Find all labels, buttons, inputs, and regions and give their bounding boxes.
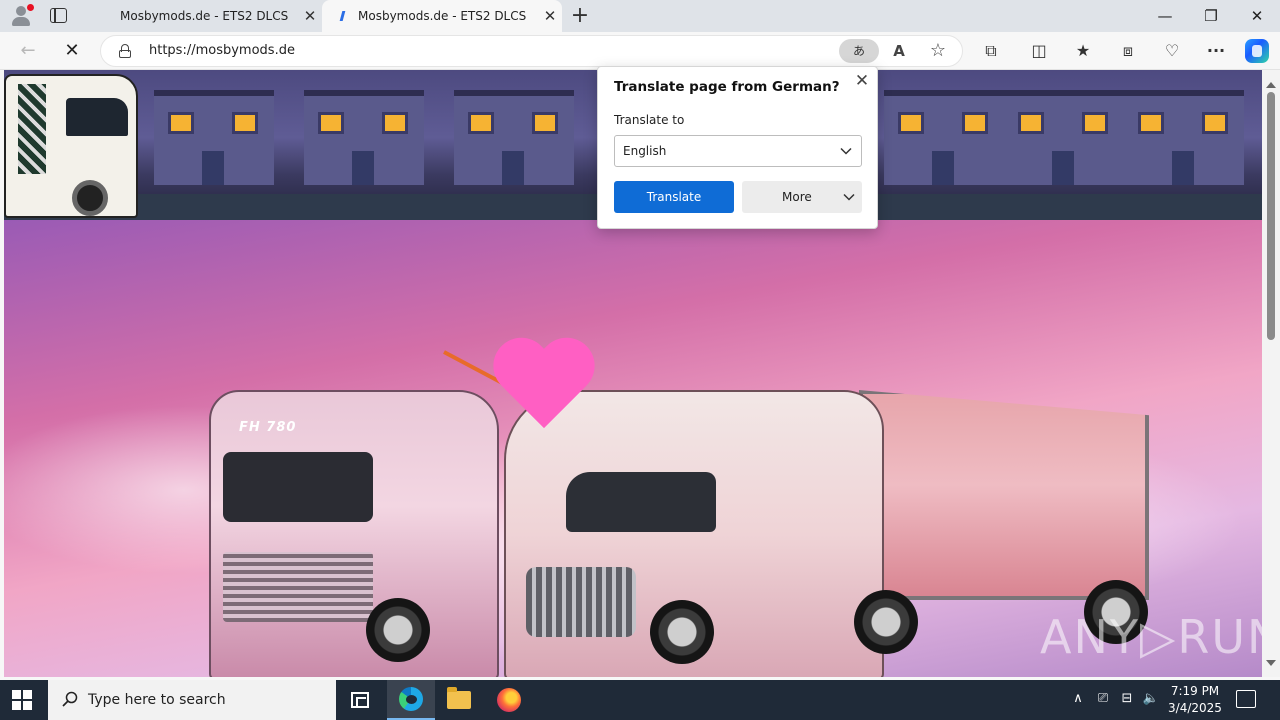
split-screen-icon[interactable]: ◫: [1026, 38, 1052, 64]
tab-favicon-icon: [334, 8, 350, 24]
notification-center-icon[interactable]: [1236, 690, 1256, 708]
translate-to-label: Translate to: [614, 113, 685, 127]
scroll-thumb[interactable]: [1267, 92, 1275, 340]
task-view-button[interactable]: [336, 680, 384, 720]
meet-now-icon[interactable]: ⎚: [1094, 690, 1112, 708]
file-explorer-taskbar-button[interactable]: [435, 680, 483, 720]
more-options-button[interactable]: More: [742, 181, 862, 213]
more-icon[interactable]: ···: [1203, 38, 1229, 64]
scroll-up-arrow-icon[interactable]: [1266, 82, 1276, 88]
notification-dot: [27, 4, 34, 11]
lock-icon[interactable]: [119, 44, 131, 58]
selected-language: English: [623, 144, 667, 158]
read-aloud-icon[interactable]: A: [888, 40, 910, 62]
chevron-down-icon: [842, 190, 856, 204]
minimize-button[interactable]: —: [1142, 0, 1188, 32]
show-hidden-icons-chevron-icon[interactable]: ∧: [1069, 690, 1087, 708]
clock-date: 3/4/2025: [1168, 701, 1222, 715]
clock-time: 7:19 PM: [1170, 684, 1220, 698]
collections-icon[interactable]: ⧈: [1115, 38, 1141, 64]
tab-title: Mosbymods.de - ETS2 DLCS: [120, 9, 289, 23]
language-select[interactable]: English: [614, 135, 862, 167]
taskbar-search-box[interactable]: Type here to search: [48, 680, 336, 720]
copilot-icon[interactable]: [1245, 39, 1269, 63]
page-scrollbar[interactable]: [1262, 70, 1280, 677]
back-button[interactable]: ←: [14, 38, 42, 64]
more-button-label: More: [782, 190, 812, 204]
close-window-button[interactable]: ✕: [1234, 0, 1280, 32]
truck-wheel: [854, 590, 918, 654]
profile-avatar-icon[interactable]: [8, 4, 34, 28]
chevron-down-icon: [839, 144, 853, 158]
firefox-icon: [497, 688, 521, 712]
truck-badge: FH 780: [239, 420, 297, 435]
tab-close-button[interactable]: ✕: [298, 7, 322, 25]
tab-strip: Mosbymods.de - ETS2 DLCS ✕ Mosbymods.de …: [0, 0, 1280, 32]
taskbar: Type here to search ∧ ⎚ ⊟ 🔈 7:19 PM 3/4/…: [0, 680, 1280, 720]
scroll-down-arrow-icon[interactable]: [1266, 660, 1276, 666]
volvo-truck: FH 780: [209, 390, 499, 677]
favorites-icon[interactable]: ★: [1070, 38, 1096, 64]
heart-icon: [494, 340, 594, 440]
firefox-taskbar-button[interactable]: [485, 680, 533, 720]
network-icon[interactable]: ⊟: [1118, 690, 1136, 708]
tab-active[interactable]: Mosbymods.de - ETS2 DLCS ✕: [322, 0, 562, 32]
popup-title: Translate page from German?: [614, 79, 840, 95]
new-tab-button[interactable]: +: [568, 3, 592, 29]
windows-start-icon[interactable]: [12, 690, 32, 710]
stop-loading-button[interactable]: ✕: [58, 38, 86, 64]
tab-actions-icon[interactable]: [50, 8, 67, 23]
extensions-icon[interactable]: ⧉: [978, 38, 1004, 64]
tab-close-button[interactable]: ✕: [538, 7, 562, 25]
anyrun-watermark: ANY▷RUN: [1040, 610, 1262, 664]
favorite-star-icon[interactable]: ☆: [927, 40, 949, 62]
tab-title: Mosbymods.de - ETS2 DLCS: [358, 9, 527, 23]
browser-essentials-icon[interactable]: ♡: [1159, 38, 1185, 64]
popup-close-button[interactable]: ✕: [852, 71, 872, 91]
address-bar[interactable]: https://mosbymods.de あ A ☆: [100, 35, 963, 67]
edge-taskbar-button[interactable]: [387, 680, 435, 720]
folder-icon: [447, 687, 471, 709]
volume-icon[interactable]: 🔈: [1142, 690, 1160, 708]
search-placeholder: Type here to search: [88, 692, 226, 708]
search-icon: [62, 691, 78, 707]
task-view-icon: [351, 692, 369, 708]
restore-button[interactable]: ❐: [1188, 0, 1234, 32]
trailer: [859, 390, 1149, 600]
tab-inactive[interactable]: Mosbymods.de - ETS2 DLCS ✕: [84, 0, 322, 32]
truck-wheel: [650, 600, 714, 664]
translate-icon[interactable]: あ: [839, 39, 879, 63]
edge-icon: [399, 687, 423, 711]
translate-button[interactable]: Translate: [614, 181, 734, 213]
taskbar-clock[interactable]: 7:19 PM 3/4/2025: [1165, 683, 1225, 717]
url-text[interactable]: https://mosbymods.de: [149, 43, 295, 58]
truck-wheel: [366, 598, 430, 662]
translate-popup: Translate page from German? ✕ Translate …: [597, 66, 878, 229]
